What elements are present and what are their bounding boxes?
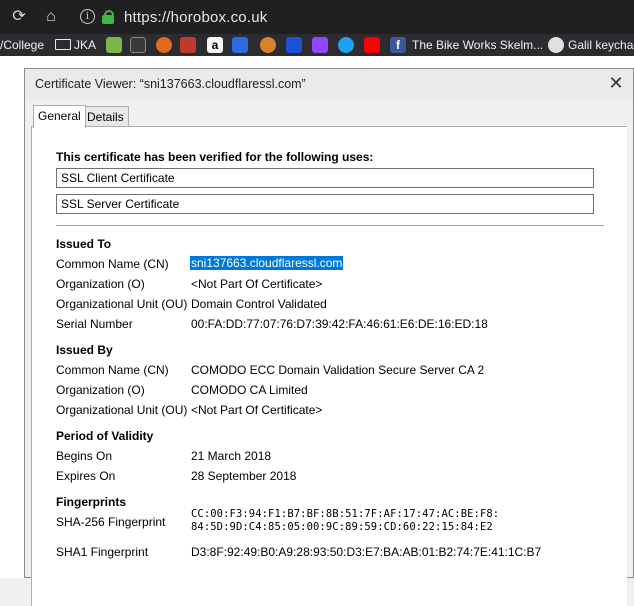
reload-icon[interactable]: ⟳ — [10, 8, 28, 26]
home-icon[interactable]: ⌂ — [42, 8, 60, 26]
validity-heading: Period of Validity — [56, 429, 154, 443]
bookmark-bike-works[interactable]: The Bike Works Skelm... — [412, 37, 543, 53]
field-label: SHA1 Fingerprint — [56, 545, 149, 559]
twitch-icon[interactable] — [312, 37, 328, 53]
begins-on-value[interactable]: 21 March 2018 — [191, 449, 271, 463]
field-label: Begins On — [56, 449, 113, 463]
site-info-icon[interactable]: i — [80, 9, 95, 24]
bookmark-favicon-icon[interactable] — [548, 37, 564, 53]
bookmark-favicon-icon[interactable] — [232, 37, 248, 53]
field-value[interactable]: COMODO ECC Domain Validation Secure Serv… — [191, 363, 484, 377]
field-label: Organization (O) — [56, 277, 145, 291]
close-icon[interactable]: ✕ — [607, 74, 625, 92]
twitter-icon[interactable] — [338, 37, 354, 53]
field-label: Common Name (CN) — [56, 363, 169, 377]
use-item: SSL Server Certificate — [56, 194, 594, 214]
dialog-titlebar[interactable]: Certificate Viewer: “sni137663.cloudflar… — [25, 69, 633, 99]
tab-general[interactable]: General — [33, 105, 86, 128]
overwatch-icon[interactable] — [156, 37, 172, 53]
issued-to-cn-value[interactable]: sni137663.cloudflaressl.com — [190, 256, 344, 270]
sha1-value[interactable]: D3:8F:92:49:B0:A9:28:93:50:D3:E7:BA:AB:0… — [191, 545, 541, 559]
separator — [56, 225, 604, 226]
field-label: SHA-256 Fingerprint — [56, 515, 166, 529]
tab-details[interactable]: Details — [82, 106, 129, 127]
field-value[interactable]: Domain Control Validated — [191, 297, 327, 311]
sha256-value-line1[interactable]: CC:00:F3:94:F1:B7:BF:8B:51:7F:AF:17:47:A… — [191, 508, 499, 521]
bookmark-favicon-icon[interactable] — [106, 37, 122, 53]
fingerprints-heading: Fingerprints — [56, 495, 127, 509]
dialog-title: Certificate Viewer: “sni137663.cloudflar… — [35, 77, 306, 91]
field-label: Common Name (CN) — [56, 257, 169, 271]
crown-icon[interactable] — [130, 37, 146, 53]
bookmarks-bar: /College JKA a f The Bike Works Skelm...… — [0, 34, 634, 56]
bookmark-favicon-icon[interactable] — [260, 37, 276, 53]
sha256-value-line2[interactable]: 84:5D:9D:C4:85:05:00:9C:89:59:CD:60:22:1… — [191, 521, 493, 534]
field-value[interactable]: COMODO CA Limited — [191, 383, 308, 397]
field-value[interactable]: <Not Part Of Certificate> — [191, 277, 322, 291]
issued-to-heading: Issued To — [56, 237, 112, 251]
expires-on-value[interactable]: 28 September 2018 — [191, 469, 296, 483]
youtube-icon[interactable] — [364, 37, 380, 53]
dialog-body: General Details This certificate has bee… — [25, 99, 633, 606]
bookmark-favicon-icon[interactable] — [180, 37, 196, 53]
field-label: Organizational Unit (OU) — [56, 297, 188, 311]
use-item: SSL Client Certificate — [56, 168, 594, 188]
amazon-icon[interactable]: a — [207, 37, 223, 53]
general-panel: This certificate has been verified for t… — [31, 126, 627, 606]
bookmark-jka[interactable]: JKA — [74, 37, 96, 53]
bookmark-college[interactable]: /College — [0, 37, 44, 53]
browser-toolbar: ⟳ ⌂ i https://horobox.co.uk — [0, 0, 634, 34]
field-label: Expires On — [56, 469, 116, 483]
url-field[interactable]: https://horobox.co.uk — [124, 9, 267, 26]
field-value[interactable]: <Not Part Of Certificate> — [191, 403, 322, 417]
issued-by-heading: Issued By — [56, 343, 113, 357]
certificate-viewer-dialog: Certificate Viewer: “sni137663.cloudflar… — [24, 68, 634, 606]
facebook-icon[interactable]: f — [390, 37, 406, 53]
verified-heading: This certificate has been verified for t… — [56, 150, 374, 164]
field-label: Organization (O) — [56, 383, 145, 397]
bookmark-favicon-icon[interactable] — [286, 37, 302, 53]
folder-icon — [55, 39, 71, 50]
bookmark-galil[interactable]: Galil keychai — [568, 37, 634, 53]
field-label: Organizational Unit (OU) — [56, 403, 188, 417]
serial-number-value[interactable]: 00:FA:DD:77:07:76:D7:39:42:FA:46:61:E6:D… — [191, 317, 488, 331]
lock-icon[interactable] — [102, 10, 114, 24]
field-label: Serial Number — [56, 317, 133, 331]
